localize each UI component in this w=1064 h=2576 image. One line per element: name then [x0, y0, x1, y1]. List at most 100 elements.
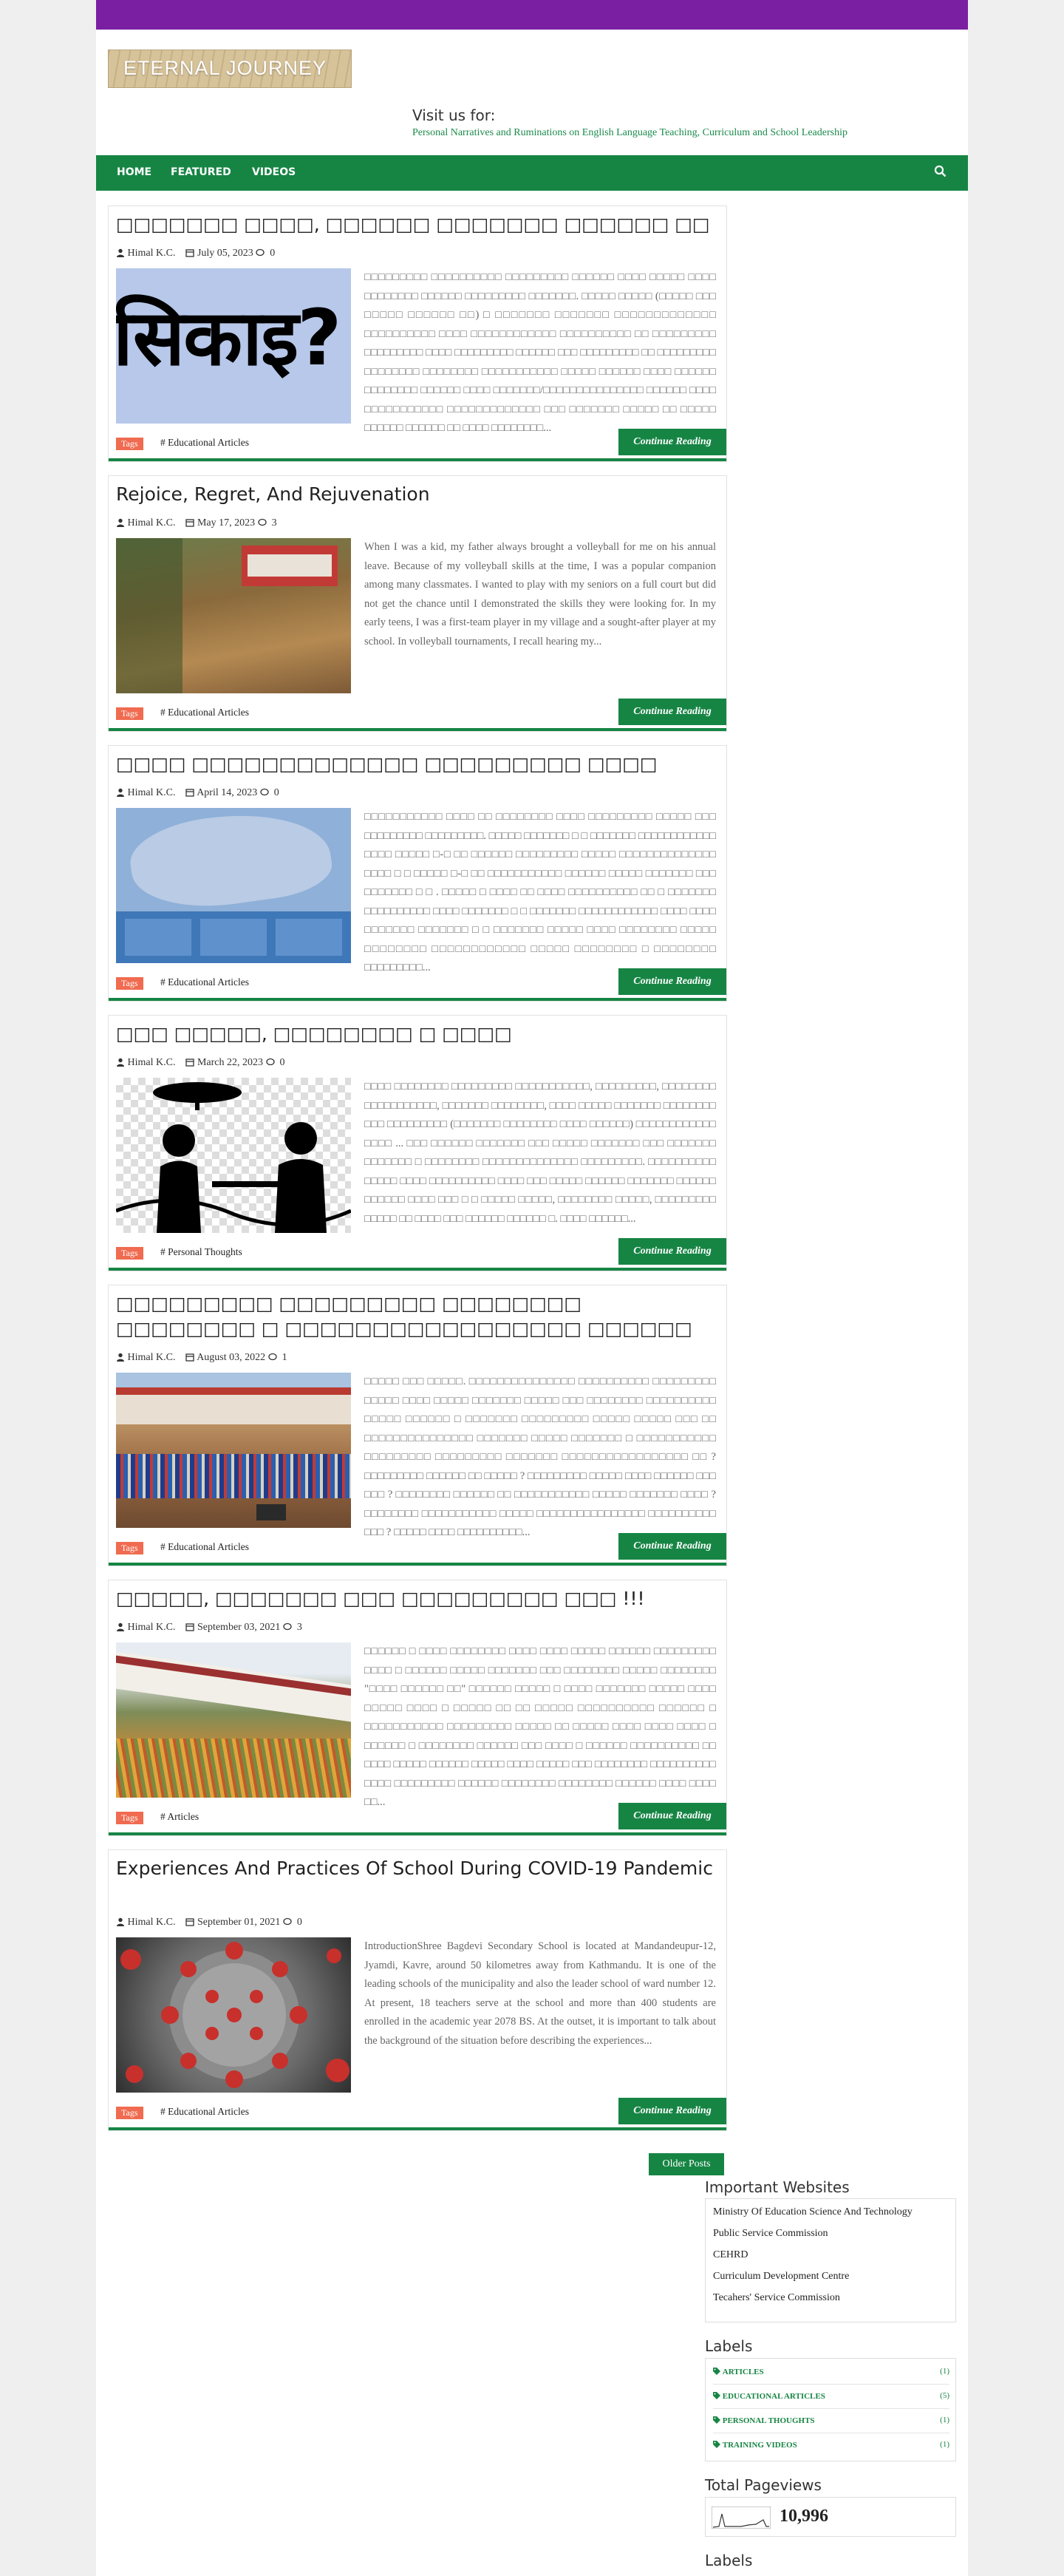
calendar-icon	[185, 789, 195, 797]
website-link[interactable]: Tecahers' Service Commission	[713, 2292, 840, 2304]
calendar-icon	[185, 249, 195, 257]
post-tag-link[interactable]: # Educational Articles	[160, 2106, 249, 2118]
tags-badge: Tags	[116, 1247, 143, 1260]
website-link[interactable]: Ministry Of Education Science And Techno…	[713, 2206, 913, 2218]
continue-reading-button[interactable]: Continue Reading	[618, 1238, 726, 1265]
post-thumbnail[interactable]	[116, 1642, 351, 1798]
post-thumbnail[interactable]	[116, 1373, 351, 1528]
post-meta: Himal K.C. March 22, 2023 0	[116, 1057, 285, 1070]
logo-text: ETERNAL JOURNEY	[123, 57, 327, 79]
post-tag-link[interactable]: # Educational Articles	[160, 976, 249, 988]
nav-home[interactable]: HOME	[117, 166, 151, 178]
pageviews-title: Total Pageviews	[705, 2476, 822, 2494]
post-tag-link[interactable]: # Articles	[160, 1811, 199, 1823]
post-tag-link[interactable]: # Educational Articles	[160, 437, 249, 449]
post-thumbnail[interactable]	[116, 1078, 351, 1233]
label-item[interactable]: PERSONAL THOUGHTS (1)	[713, 2410, 949, 2433]
post-card: Rejoice, Regret, And Rejuvenation Himal …	[108, 475, 727, 732]
continue-reading-button[interactable]: Continue Reading	[618, 2098, 726, 2124]
website-link[interactable]: Curriculum Development Centre	[713, 2271, 849, 2283]
post-card: □□□ □□□□□, □□□□□□□□ □ □□□□ Himal K.C. Ma…	[108, 1015, 727, 1271]
comment-count[interactable]: 3	[297, 1622, 302, 1633]
website-link[interactable]: CEHRD	[713, 2249, 748, 2261]
labels-list: ARTICLES (1) EDUCATIONAL ARTICLES (5) PE…	[705, 2358, 956, 2461]
label-item[interactable]: ARTICLES (1)	[713, 2362, 949, 2385]
top-bar	[96, 0, 968, 30]
comment-count[interactable]: 0	[280, 1057, 285, 1068]
site-tagline: Personal Narratives and Ruminations on E…	[412, 127, 848, 138]
calendar-icon	[185, 1918, 195, 1926]
post-author[interactable]: Himal K.C.	[128, 517, 176, 529]
comment-count[interactable]: 0	[270, 248, 275, 259]
user-icon	[117, 1353, 124, 1362]
important-websites-list: Ministry Of Education Science And Techno…	[705, 2198, 956, 2322]
comment-count[interactable]: 3	[272, 517, 277, 529]
comment-count[interactable]: 0	[297, 1917, 302, 1928]
label-count: (5)	[940, 2391, 949, 2400]
comment-icon	[283, 1622, 292, 1631]
continue-reading-button[interactable]: Continue Reading	[618, 968, 726, 995]
post-author[interactable]: Himal K.C.	[128, 1622, 176, 1633]
post-meta: Himal K.C. September 03, 2021 3	[116, 1622, 302, 1635]
post-excerpt: □□□□□□□□□ □□□□□□□□□□ □□□□□□□□□ □□□□□□ □□…	[364, 271, 716, 434]
post-meta: Himal K.C. August 03, 2022 1	[116, 1352, 287, 1365]
site-logo[interactable]: ETERNAL JOURNEY	[108, 50, 352, 88]
post-title[interactable]: Rejoice, Regret, And Rejuvenation	[116, 482, 715, 507]
post-title[interactable]: □□□□□□□ □□□□, □□□□□□ □□□□□□□ □□□□□□ □□	[116, 212, 715, 237]
continue-reading-button[interactable]: Continue Reading	[618, 1533, 726, 1560]
continue-reading-button[interactable]: Continue Reading	[618, 429, 726, 455]
labels-title: Labels	[705, 2337, 753, 2355]
post-title[interactable]: □□□ □□□□□, □□□□□□□□ □ □□□□	[116, 1022, 715, 1047]
post-date: July 05, 2023	[197, 248, 253, 259]
post-excerpt: When I was a kid, my father always broug…	[364, 541, 716, 648]
post-author[interactable]: Himal K.C.	[128, 1917, 176, 1928]
user-icon	[117, 518, 124, 527]
post-tag-link[interactable]: # Educational Articles	[160, 707, 249, 718]
tags-badge: Tags	[116, 977, 143, 990]
post-author[interactable]: Himal K.C.	[128, 1057, 176, 1068]
label-count: (1)	[940, 2367, 949, 2376]
tags-badge: Tags	[116, 1812, 143, 1824]
tag-icon	[713, 2416, 720, 2424]
post-card: □□□□ □□□□□□□□□□□□□ □□□□□□□□□ □□□□ Himal …	[108, 745, 727, 1002]
continue-reading-button[interactable]: Continue Reading	[618, 1803, 726, 1829]
user-icon	[117, 788, 124, 797]
post-author[interactable]: Himal K.C.	[128, 787, 176, 798]
website-link[interactable]: Public Service Commission	[713, 2228, 828, 2240]
post-date: March 22, 2023	[197, 1057, 263, 1068]
post-tag-link[interactable]: # Personal Thoughts	[160, 1246, 242, 1258]
visit-label: Visit us for:	[412, 106, 496, 124]
user-icon	[117, 1917, 124, 1926]
post-author[interactable]: Himal K.C.	[128, 248, 176, 259]
nav-videos[interactable]: VIDEOS	[252, 166, 296, 178]
post-title[interactable]: □□□□□□□□□ □□□□□□□□□ □□□□□□□□ □□□□□□□□ □ …	[116, 1291, 715, 1342]
comment-count[interactable]: 0	[274, 787, 279, 798]
search-icon[interactable]	[934, 165, 947, 178]
post-author[interactable]: Himal K.C.	[128, 1352, 176, 1363]
post-title[interactable]: □□□□□, □□□□□□□ □□□ □□□□□□□□□ □□□ !!!	[116, 1586, 715, 1611]
post-card: □□□□□, □□□□□□□ □□□ □□□□□□□□□ □□□ !!! Him…	[108, 1580, 727, 1836]
post-meta: Himal K.C. April 14, 2023 0	[116, 787, 279, 801]
post-thumbnail[interactable]	[116, 808, 351, 963]
post-title[interactable]: Experiences And Practices Of School Duri…	[116, 1856, 715, 1881]
comment-icon	[265, 1058, 275, 1066]
post-footer: Tags # Educational Articles Continue Rea…	[109, 699, 726, 731]
tag-icon	[713, 2392, 720, 2399]
post-thumbnail[interactable]	[116, 1937, 351, 2093]
label-item[interactable]: EDUCATIONAL ARTICLES (5)	[713, 2386, 949, 2409]
older-posts-button[interactable]: Older Posts	[649, 2153, 724, 2175]
labels-title-2: Labels	[705, 2552, 753, 2569]
post-card: □□□□□□□ □□□□, □□□□□□ □□□□□□□ □□□□□□ □□ H…	[108, 205, 727, 462]
calendar-icon	[185, 1058, 195, 1067]
post-card: □□□□□□□□□ □□□□□□□□□ □□□□□□□□ □□□□□□□□ □ …	[108, 1285, 727, 1566]
nav-featured[interactable]: FEATURED	[171, 166, 231, 178]
tags-badge: Tags	[116, 1542, 143, 1554]
user-icon	[117, 1622, 124, 1631]
post-thumbnail[interactable]: सिकाइ?	[116, 268, 351, 424]
comment-count[interactable]: 1	[282, 1352, 287, 1363]
continue-reading-button[interactable]: Continue Reading	[618, 699, 726, 725]
post-title[interactable]: □□□□ □□□□□□□□□□□□□ □□□□□□□□□ □□□□	[116, 752, 715, 777]
post-tag-link[interactable]: # Educational Articles	[160, 1541, 249, 1553]
label-item[interactable]: TRAINING VIDEOS (1)	[713, 2435, 949, 2457]
post-thumbnail[interactable]	[116, 538, 351, 693]
